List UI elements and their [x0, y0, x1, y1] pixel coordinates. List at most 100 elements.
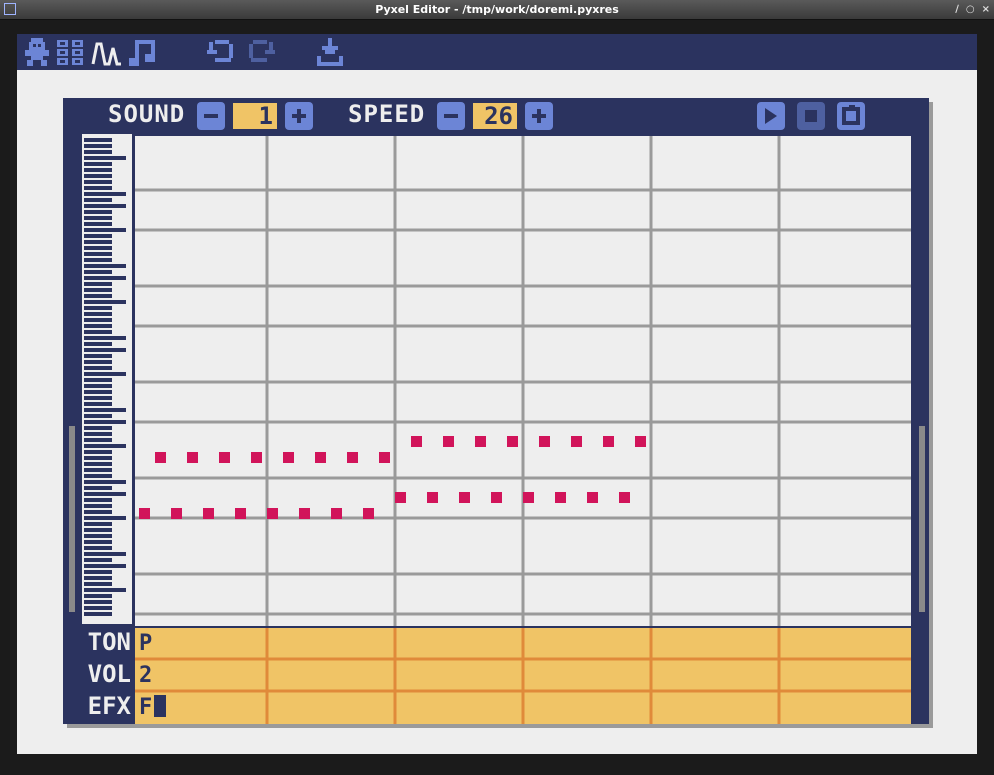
piano-key[interactable] — [84, 192, 126, 196]
piano-key[interactable] — [84, 468, 112, 472]
sound-editor-icon[interactable] — [91, 38, 123, 66]
maximize-button[interactable]: ○ — [966, 0, 975, 19]
image-editor-icon[interactable] — [23, 38, 51, 66]
note-dot[interactable] — [491, 492, 502, 503]
note-dot[interactable] — [619, 492, 630, 503]
note-dot[interactable] — [251, 452, 262, 463]
piano-key[interactable] — [84, 324, 112, 328]
piano-key[interactable] — [84, 216, 112, 220]
piano-key[interactable] — [84, 462, 112, 466]
piano-key[interactable] — [84, 186, 112, 190]
note-dot[interactable] — [395, 492, 406, 503]
piano-key[interactable] — [84, 372, 126, 376]
piano-key[interactable] — [84, 570, 112, 574]
piano-key[interactable] — [84, 162, 112, 166]
piano-key[interactable] — [84, 474, 112, 478]
music-editor-icon[interactable] — [129, 38, 157, 66]
volume-value[interactable]: 2 — [139, 663, 152, 688]
piano-key[interactable] — [84, 432, 112, 436]
piano-key[interactable] — [84, 456, 112, 460]
piano-key[interactable] — [84, 504, 112, 508]
sound-decrement-button[interactable] — [197, 102, 225, 130]
note-dot[interactable] — [363, 508, 374, 519]
piano-key[interactable] — [84, 180, 112, 184]
note-dot[interactable] — [443, 436, 454, 447]
piano-key[interactable] — [84, 138, 112, 142]
piano-key[interactable] — [84, 582, 112, 586]
piano-key[interactable] — [84, 438, 112, 442]
piano-key[interactable] — [84, 306, 112, 310]
piano-key[interactable] — [84, 588, 126, 592]
piano-key[interactable] — [84, 210, 112, 214]
piano-key[interactable] — [84, 240, 112, 244]
piano-key[interactable] — [84, 174, 112, 178]
note-dot[interactable] — [299, 508, 310, 519]
note-dot[interactable] — [555, 492, 566, 503]
piano-key[interactable] — [84, 312, 112, 316]
note-dot[interactable] — [283, 452, 294, 463]
piano-key[interactable] — [84, 576, 112, 580]
piano-key[interactable] — [84, 516, 126, 520]
piano-key[interactable] — [84, 144, 112, 148]
piano-key[interactable] — [84, 354, 112, 358]
piano-key[interactable] — [84, 168, 112, 172]
piano-key[interactable] — [84, 414, 112, 418]
left-scrollbar[interactable] — [69, 426, 75, 612]
piano-key[interactable] — [84, 258, 112, 262]
piano-key[interactable] — [84, 390, 112, 394]
piano-key[interactable] — [84, 510, 112, 514]
piano-key[interactable] — [84, 600, 112, 604]
piano-key[interactable] — [84, 222, 112, 226]
piano-key[interactable] — [84, 420, 126, 424]
piano-key[interactable] — [84, 402, 112, 406]
tone-volume-effect-fields[interactable]: P 2 F — [135, 628, 911, 724]
piano-key[interactable] — [84, 534, 112, 538]
piano-key[interactable] — [84, 552, 126, 556]
piano-key[interactable] — [84, 234, 112, 238]
piano-key[interactable] — [84, 348, 126, 352]
close-button[interactable]: × — [982, 0, 990, 19]
note-dot[interactable] — [475, 436, 486, 447]
note-dot[interactable] — [603, 436, 614, 447]
download-icon[interactable] — [315, 38, 345, 66]
note-dot[interactable] — [171, 508, 182, 519]
piano-key[interactable] — [84, 300, 126, 304]
loop-icon[interactable] — [837, 102, 865, 130]
note-dot[interactable] — [427, 492, 438, 503]
piano-key[interactable] — [84, 498, 112, 502]
note-dot[interactable] — [379, 452, 390, 463]
piano-key[interactable] — [84, 564, 126, 568]
undo-icon[interactable] — [207, 38, 237, 66]
note-dot[interactable] — [235, 508, 246, 519]
piano-key[interactable] — [84, 336, 126, 340]
note-dot[interactable] — [523, 492, 534, 503]
speed-increment-button[interactable] — [525, 102, 553, 130]
play-icon[interactable] — [757, 102, 785, 130]
piano-key[interactable] — [84, 156, 126, 160]
piano-key[interactable] — [84, 378, 112, 382]
speed-decrement-button[interactable] — [437, 102, 465, 130]
piano-key[interactable] — [84, 264, 126, 268]
piano-key[interactable] — [84, 366, 112, 370]
piano-key[interactable] — [84, 408, 126, 412]
note-dot[interactable] — [155, 452, 166, 463]
piano-key[interactable] — [84, 606, 112, 610]
piano-key[interactable] — [84, 426, 112, 430]
piano-key[interactable] — [84, 150, 112, 154]
note-dot[interactable] — [411, 436, 422, 447]
piano-key[interactable] — [84, 450, 112, 454]
stop-icon[interactable] — [797, 102, 825, 130]
tone-value[interactable]: P — [139, 631, 152, 656]
piano-key[interactable] — [84, 276, 126, 280]
redo-icon[interactable] — [245, 38, 275, 66]
note-dot[interactable] — [347, 452, 358, 463]
piano-key[interactable] — [84, 330, 112, 334]
piano-key[interactable] — [84, 246, 112, 250]
minimize-button[interactable]: ∕ — [955, 0, 959, 19]
note-dot[interactable] — [635, 436, 646, 447]
piano-key[interactable] — [84, 396, 112, 400]
piano-key[interactable] — [84, 492, 126, 496]
piano-key[interactable] — [84, 546, 112, 550]
note-dot[interactable] — [459, 492, 470, 503]
piano-key[interactable] — [84, 480, 126, 484]
